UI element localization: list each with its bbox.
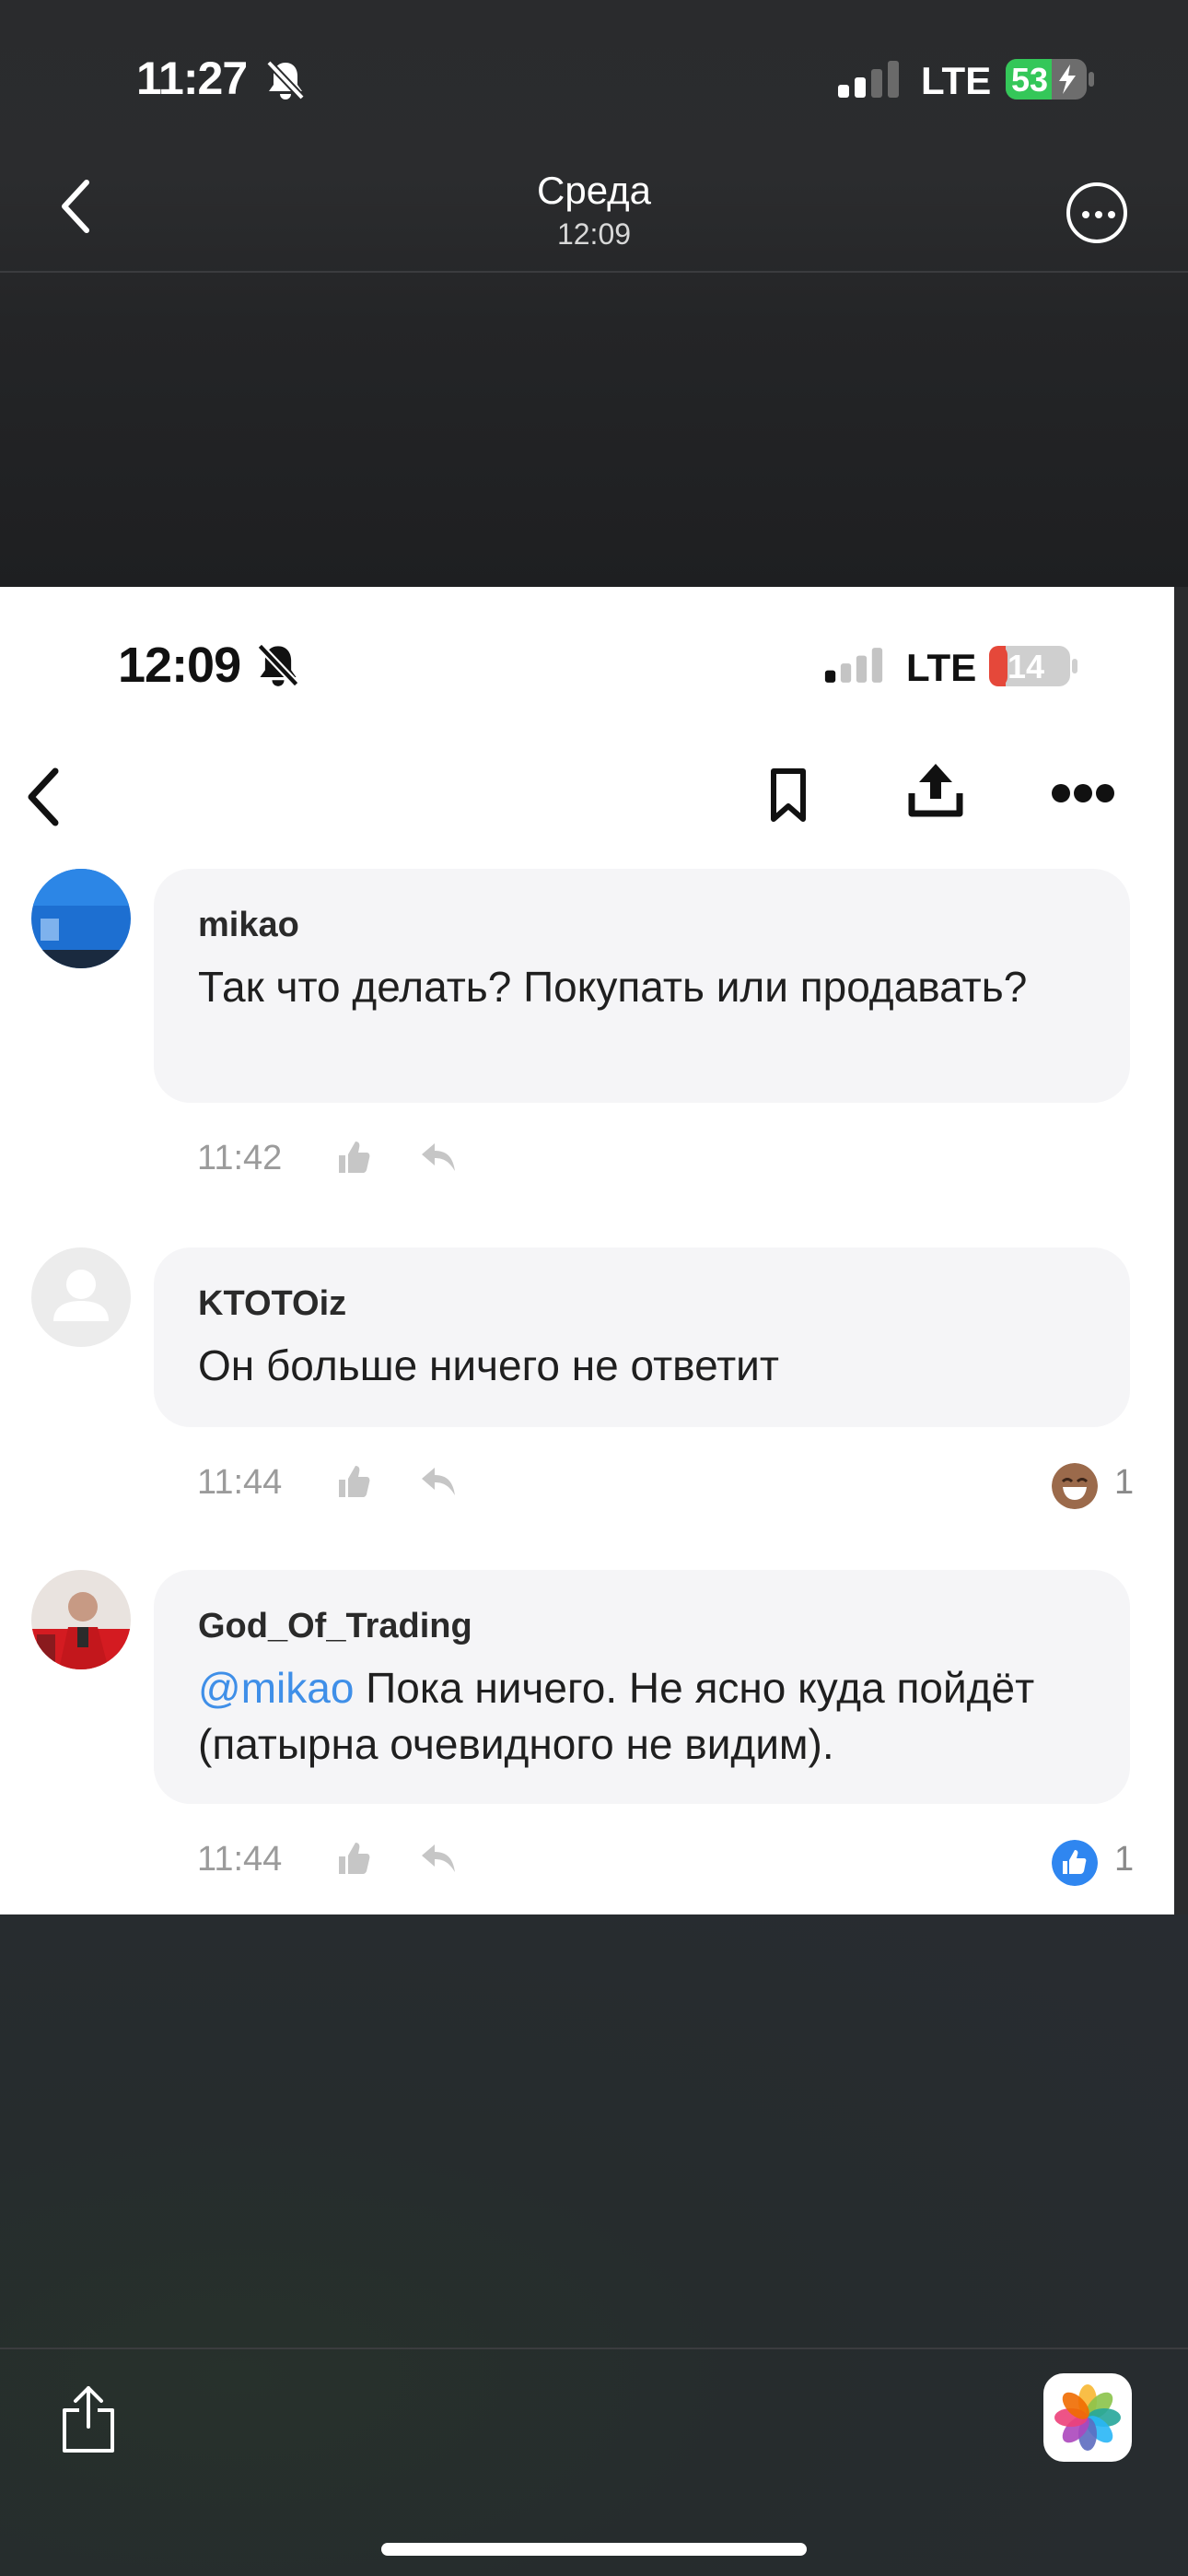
comment-item: mikao Так что делать? Покупать или прода… [0, 869, 1174, 1210]
like-icon[interactable] [335, 1139, 372, 1176]
nav-divider [0, 271, 1188, 273]
nav-title: Среда [537, 169, 651, 212]
thumbs-up-icon[interactable] [1052, 1840, 1098, 1886]
more-options-button[interactable] [1066, 182, 1127, 243]
comment-time: 11:44 [197, 1463, 283, 1502]
comment-time: 11:42 [197, 1139, 283, 1177]
comment-text: Он больше ничего не ответит [198, 1341, 779, 1389]
bell-slash-icon [266, 60, 305, 100]
status-time: 11:27 [136, 53, 248, 104]
screenshot-image: 12:09 LTE 14 mikao Так что делать? Покуп… [0, 587, 1174, 1914]
comment-item: God_Of_Trading @mikao Пока ничего. Не яс… [0, 1570, 1174, 1914]
comment-text: Так что делать? Покупать или продавать? [198, 963, 1028, 1011]
reply-icon[interactable] [420, 1142, 457, 1173]
default-avatar-icon [53, 1270, 109, 1321]
nav-subtitle: 12:09 [556, 217, 632, 251]
network-type: LTE [921, 59, 992, 102]
inner-battery-level: 14 [1007, 648, 1045, 685]
home-indicator[interactable] [381, 2543, 807, 2556]
laughing-emoji-icon[interactable] [1052, 1463, 1098, 1509]
reaction-count: 1 [1114, 1840, 1135, 1879]
avatar[interactable] [31, 869, 131, 968]
comment-bubble[interactable]: KTOTOiz Он больше ничего не ответит [154, 1247, 1130, 1427]
battery-level: 53 [1011, 61, 1049, 99]
signal-icon [838, 61, 899, 98]
comment-item: KTOTOiz Он больше ничего не ответит 11:4… [0, 1247, 1174, 1542]
signal-icon [824, 648, 883, 683]
reply-icon[interactable] [420, 1466, 457, 1497]
comment-text: @mikao Пока ничего. Не ясно куда пойдёт … [198, 1660, 1101, 1773]
comment-author[interactable]: God_Of_Trading [198, 1607, 472, 1646]
avatar[interactable] [31, 1570, 131, 1669]
viewer-background-bottom [0, 1914, 1188, 2576]
comment-bubble[interactable]: mikao Так что делать? Покупать или прода… [154, 869, 1130, 1103]
mention-link[interactable]: @mikao [198, 1664, 354, 1712]
comment-time: 11:44 [197, 1840, 283, 1879]
photos-app-icon[interactable] [1043, 2373, 1132, 2462]
bell-slash-icon [257, 643, 299, 687]
reaction-count: 1 [1114, 1463, 1135, 1502]
comment-bubble[interactable]: God_Of_Trading @mikao Пока ничего. Не яс… [154, 1570, 1130, 1804]
back-chevron-icon[interactable] [24, 767, 61, 826]
photos-flower-icon [1054, 2384, 1121, 2451]
like-icon[interactable] [335, 1840, 372, 1877]
toolbar-divider [0, 2348, 1188, 2349]
avatar-image [31, 1570, 131, 1669]
more-options-icon[interactable] [1052, 784, 1118, 807]
battery-indicator: 53 [1006, 59, 1094, 100]
reply-icon[interactable] [420, 1843, 457, 1874]
inner-network-type: LTE [906, 646, 977, 689]
inner-battery-indicator: 14 [989, 646, 1077, 686]
like-icon[interactable] [335, 1463, 372, 1500]
share-icon[interactable] [59, 2384, 118, 2454]
inner-status-time: 12:09 [118, 638, 241, 693]
comment-author[interactable]: KTOTOiz [198, 1284, 346, 1324]
avatar[interactable] [31, 1247, 131, 1347]
comment-author[interactable]: mikao [198, 906, 299, 945]
bookmark-icon[interactable] [770, 767, 807, 823]
avatar-image [31, 869, 131, 968]
share-upload-icon[interactable] [906, 760, 965, 819]
